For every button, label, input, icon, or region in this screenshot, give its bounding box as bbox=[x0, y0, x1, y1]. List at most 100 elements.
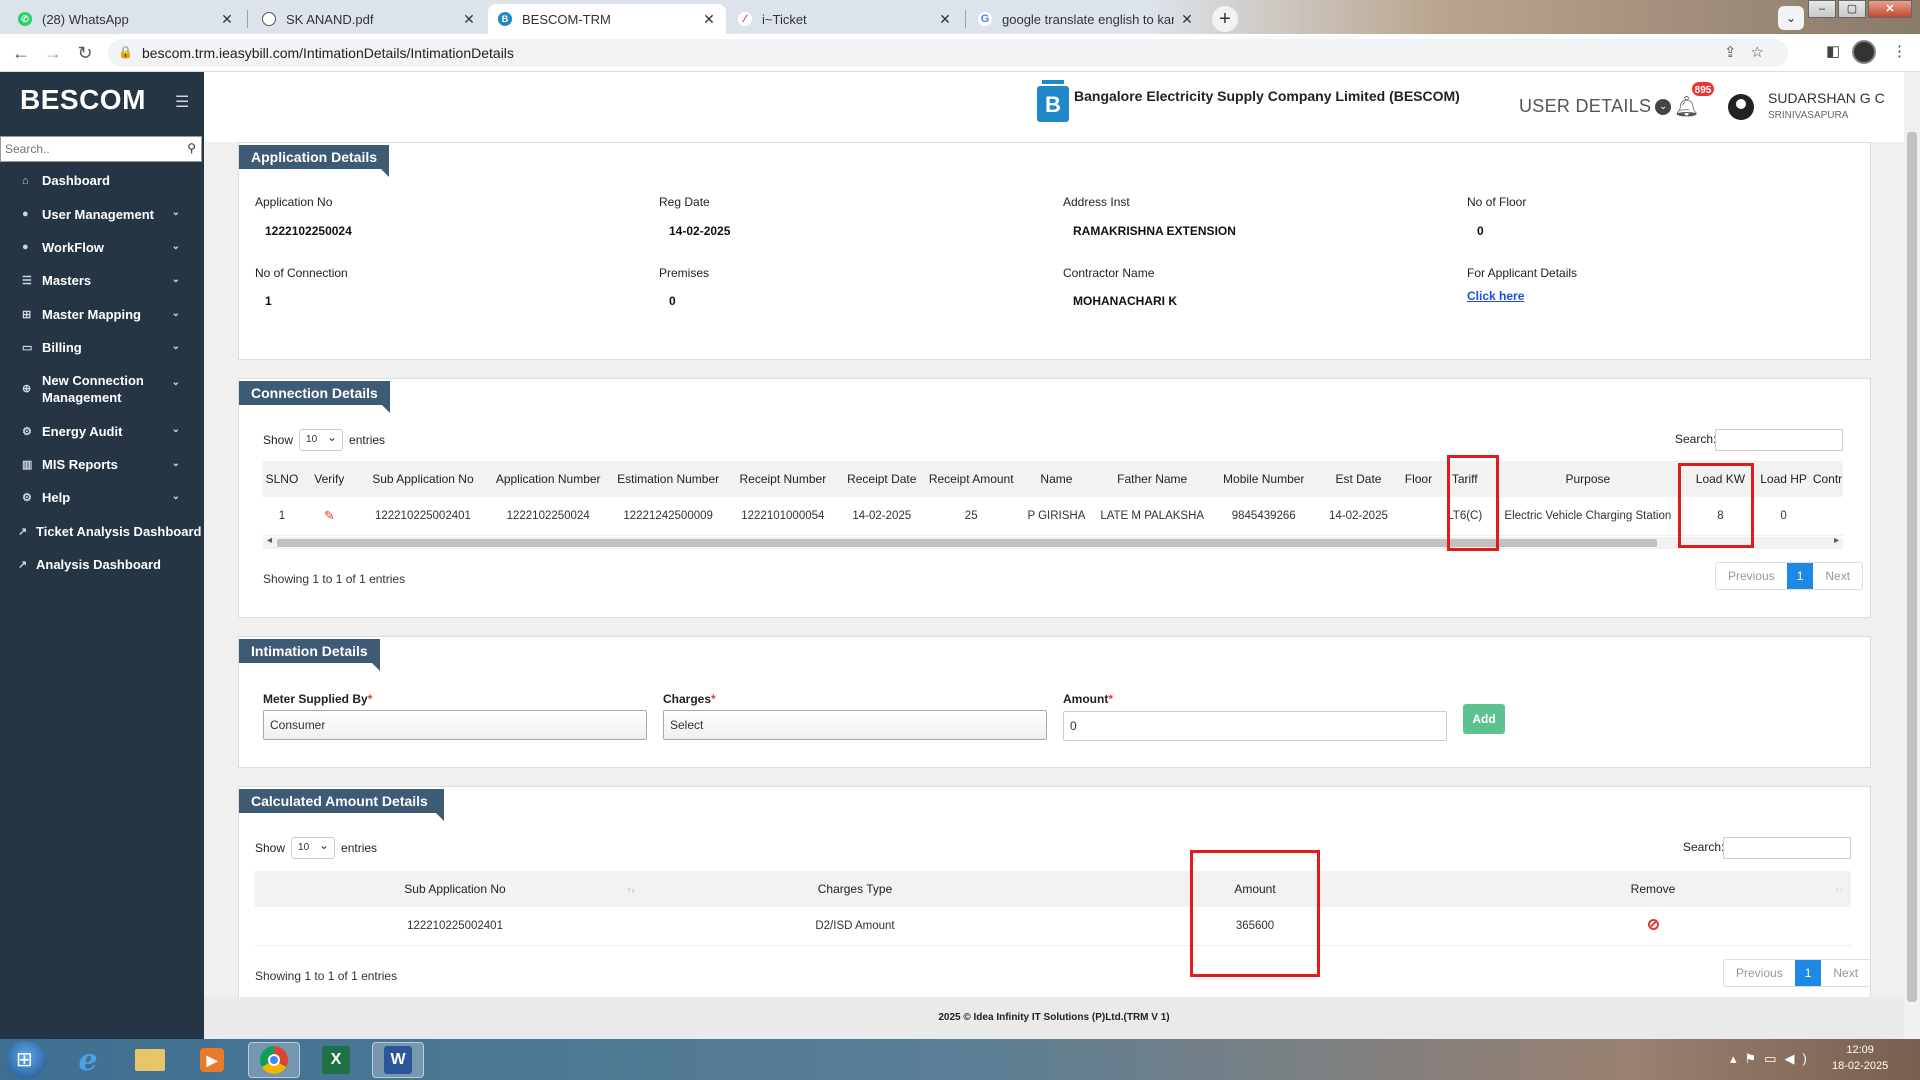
close-icon[interactable]: ✕ bbox=[938, 11, 952, 28]
charges-select[interactable]: Select bbox=[663, 710, 1047, 740]
tab-sk-anand-pdf[interactable]: SK ANAND.pdf ✕ bbox=[252, 4, 486, 34]
sort-icon[interactable]: ↑↓ bbox=[1835, 885, 1843, 894]
previous-button[interactable]: Previous bbox=[1724, 960, 1795, 986]
sidebar-item-help[interactable]: ⚙ Help ⌄ bbox=[0, 481, 204, 514]
new-tab-button[interactable]: + bbox=[1212, 6, 1238, 32]
sidebar-search-input[interactable] bbox=[1, 137, 171, 161]
word-icon[interactable]: W bbox=[372, 1042, 424, 1078]
forward-icon[interactable]: → bbox=[40, 40, 66, 66]
applicant-details-link[interactable]: Click here bbox=[1467, 289, 1524, 303]
calculated-search-input[interactable] bbox=[1723, 837, 1851, 859]
close-icon[interactable]: ✕ bbox=[1180, 11, 1194, 28]
column-header[interactable]: Mobile Number bbox=[1207, 461, 1320, 497]
column-header[interactable]: Floor bbox=[1397, 461, 1440, 497]
column-header[interactable]: Receipt Number bbox=[728, 461, 838, 497]
sidebar-item-mis-reports[interactable]: ▥ MIS Reports ⌄ bbox=[0, 448, 204, 481]
column-header[interactable]: Charges Type bbox=[655, 871, 1055, 907]
browser-menu-icon[interactable]: ⋮ bbox=[1892, 42, 1907, 60]
hamburger-menu-icon[interactable]: ☰ bbox=[175, 92, 189, 112]
column-header[interactable]: Name bbox=[1016, 461, 1097, 497]
flag-icon[interactable]: ⚑ bbox=[1745, 1051, 1765, 1066]
start-button[interactable] bbox=[6, 1041, 46, 1079]
sidebar-item-analysis-dashboard[interactable]: ↗ Analysis Dashboard bbox=[0, 548, 204, 581]
back-icon[interactable]: ← bbox=[8, 40, 34, 66]
tab-google-translate[interactable]: G google translate english to kann ✕ bbox=[968, 4, 1204, 34]
sidebar-item-masters[interactable]: ☰ Masters ⌄ bbox=[0, 264, 204, 297]
tab-iticket[interactable]: ∕ i~Ticket ✕ bbox=[728, 4, 962, 34]
user-avatar-icon[interactable] bbox=[1728, 94, 1754, 120]
column-header[interactable]: Sub Application No bbox=[357, 461, 489, 497]
column-header[interactable]: SLNO bbox=[263, 461, 301, 497]
sidebar-item-dashboard[interactable]: ⌂ Dashboard bbox=[0, 164, 204, 197]
sidebar-item-master-mapping[interactable]: ⊞ Master Mapping ⌄ bbox=[0, 298, 204, 331]
excel-icon[interactable]: X bbox=[310, 1042, 362, 1078]
volume-icon[interactable]: ◀) bbox=[1784, 1051, 1814, 1066]
column-header[interactable]: Purpose bbox=[1489, 461, 1686, 497]
bookmark-star-icon[interactable]: ☆ bbox=[1751, 44, 1778, 61]
verify-edit-icon[interactable]: ✎ bbox=[300, 497, 358, 536]
scroll-left-icon[interactable]: ◂ bbox=[267, 535, 272, 546]
tab-search-icon[interactable]: ⌄ bbox=[1778, 6, 1804, 30]
window-controls: – ▢ ✕ bbox=[1806, 0, 1912, 18]
sidebar-item-user-management[interactable]: ● User Management ⌄ bbox=[0, 197, 204, 230]
sort-icon[interactable]: ↑↓ bbox=[627, 885, 635, 894]
user-details-dropdown[interactable]: USER DETAILS ⌄ bbox=[1519, 96, 1672, 117]
cell-father-name: LATE M PALAKSHA bbox=[1096, 497, 1208, 536]
sidebar-item-energy-audit[interactable]: ⚙ Energy Audit ⌄ bbox=[0, 414, 204, 447]
column-header[interactable]: Receipt Date bbox=[837, 461, 926, 497]
meter-supplied-select[interactable]: Consumer bbox=[263, 710, 647, 740]
page-length-select[interactable]: 10 bbox=[291, 835, 336, 859]
page-vertical-scrollbar[interactable] bbox=[1904, 72, 1920, 1039]
chrome-icon[interactable] bbox=[248, 1042, 300, 1078]
column-header[interactable]: Receipt Amount bbox=[925, 461, 1017, 497]
column-header[interactable]: Est Date bbox=[1319, 461, 1398, 497]
file-explorer-icon[interactable] bbox=[124, 1042, 176, 1078]
table-horizontal-scrollbar[interactable]: ◂ ▸ bbox=[263, 535, 1843, 549]
minimize-icon[interactable]: – bbox=[1808, 0, 1836, 18]
column-header[interactable]: Estimation Number bbox=[608, 461, 729, 497]
show-hidden-icons-icon[interactable]: ▴ bbox=[1730, 1051, 1745, 1066]
add-button[interactable]: Add bbox=[1463, 704, 1505, 734]
column-header[interactable]: Application Number bbox=[488, 461, 609, 497]
share-icon[interactable]: ⇪ bbox=[1724, 44, 1751, 61]
column-header[interactable]: Contr bbox=[1812, 461, 1843, 497]
sidebar-item-ticket-analysis[interactable]: ↗ Ticket Analysis Dashboard bbox=[0, 515, 204, 548]
amount-input[interactable]: 0 bbox=[1063, 711, 1447, 741]
column-header[interactable]: Verify bbox=[300, 461, 358, 497]
remove-icon[interactable] bbox=[1455, 907, 1851, 946]
scroll-right-icon[interactable]: ▸ bbox=[1834, 535, 1839, 546]
page-1-button[interactable]: 1 bbox=[1794, 960, 1822, 986]
column-header[interactable]: Father Name bbox=[1096, 461, 1208, 497]
column-header[interactable]: Remove ↑↓ bbox=[1455, 871, 1851, 907]
internet-explorer-icon[interactable]: e bbox=[62, 1042, 114, 1078]
close-icon[interactable]: ✕ bbox=[702, 11, 716, 28]
close-icon[interactable]: ✕ bbox=[220, 11, 234, 28]
media-player-icon[interactable]: ▶ bbox=[186, 1042, 238, 1078]
url-field[interactable]: 🔒 bescom.trm.ieasybill.com/IntimationDet… bbox=[108, 39, 1788, 67]
profile-avatar[interactable] bbox=[1852, 40, 1876, 64]
search-icon[interactable]: ⚲ bbox=[187, 141, 196, 155]
next-button[interactable]: Next bbox=[1813, 563, 1862, 589]
tab-whatsapp[interactable]: ✆ (28) WhatsApp ✕ bbox=[8, 4, 244, 34]
previous-button[interactable]: Previous bbox=[1716, 563, 1787, 589]
bell-icon[interactable]: 🔔︎ bbox=[1674, 94, 1699, 119]
network-icon[interactable]: ▭ bbox=[1764, 1051, 1784, 1066]
page-1-button[interactable]: 1 bbox=[1786, 563, 1814, 589]
tab-bescom-trm[interactable]: B BESCOM-TRM ✕ bbox=[488, 4, 726, 34]
connection-table: SLNO Verify Sub Application No Applicati… bbox=[263, 461, 1843, 536]
sidebar-item-workflow[interactable]: ● WorkFlow ⌄ bbox=[0, 231, 204, 264]
close-icon[interactable]: ✕ bbox=[462, 11, 476, 28]
sidebar-item-billing[interactable]: ▭ Billing ⌄ bbox=[0, 331, 204, 364]
reload-icon[interactable]: ↻ bbox=[72, 40, 98, 66]
page-length-select[interactable]: 10 bbox=[299, 427, 344, 451]
sidebar-item-new-connection[interactable]: ⊕ New Connection Management ⌄ bbox=[0, 364, 204, 414]
scrollbar-thumb[interactable] bbox=[1907, 132, 1917, 1002]
connection-search-input[interactable] bbox=[1715, 429, 1843, 451]
column-header[interactable]: Load HP bbox=[1755, 461, 1812, 497]
column-header[interactable]: Sub Application No ↑↓ bbox=[255, 871, 655, 907]
next-button[interactable]: Next bbox=[1821, 960, 1870, 986]
window-close-icon[interactable]: ✕ bbox=[1868, 0, 1912, 18]
maximize-icon[interactable]: ▢ bbox=[1838, 0, 1866, 18]
sidepanel-icon[interactable]: ◧ bbox=[1826, 42, 1840, 60]
system-clock[interactable]: 12:09 18-02-2025 bbox=[1832, 1042, 1888, 1074]
